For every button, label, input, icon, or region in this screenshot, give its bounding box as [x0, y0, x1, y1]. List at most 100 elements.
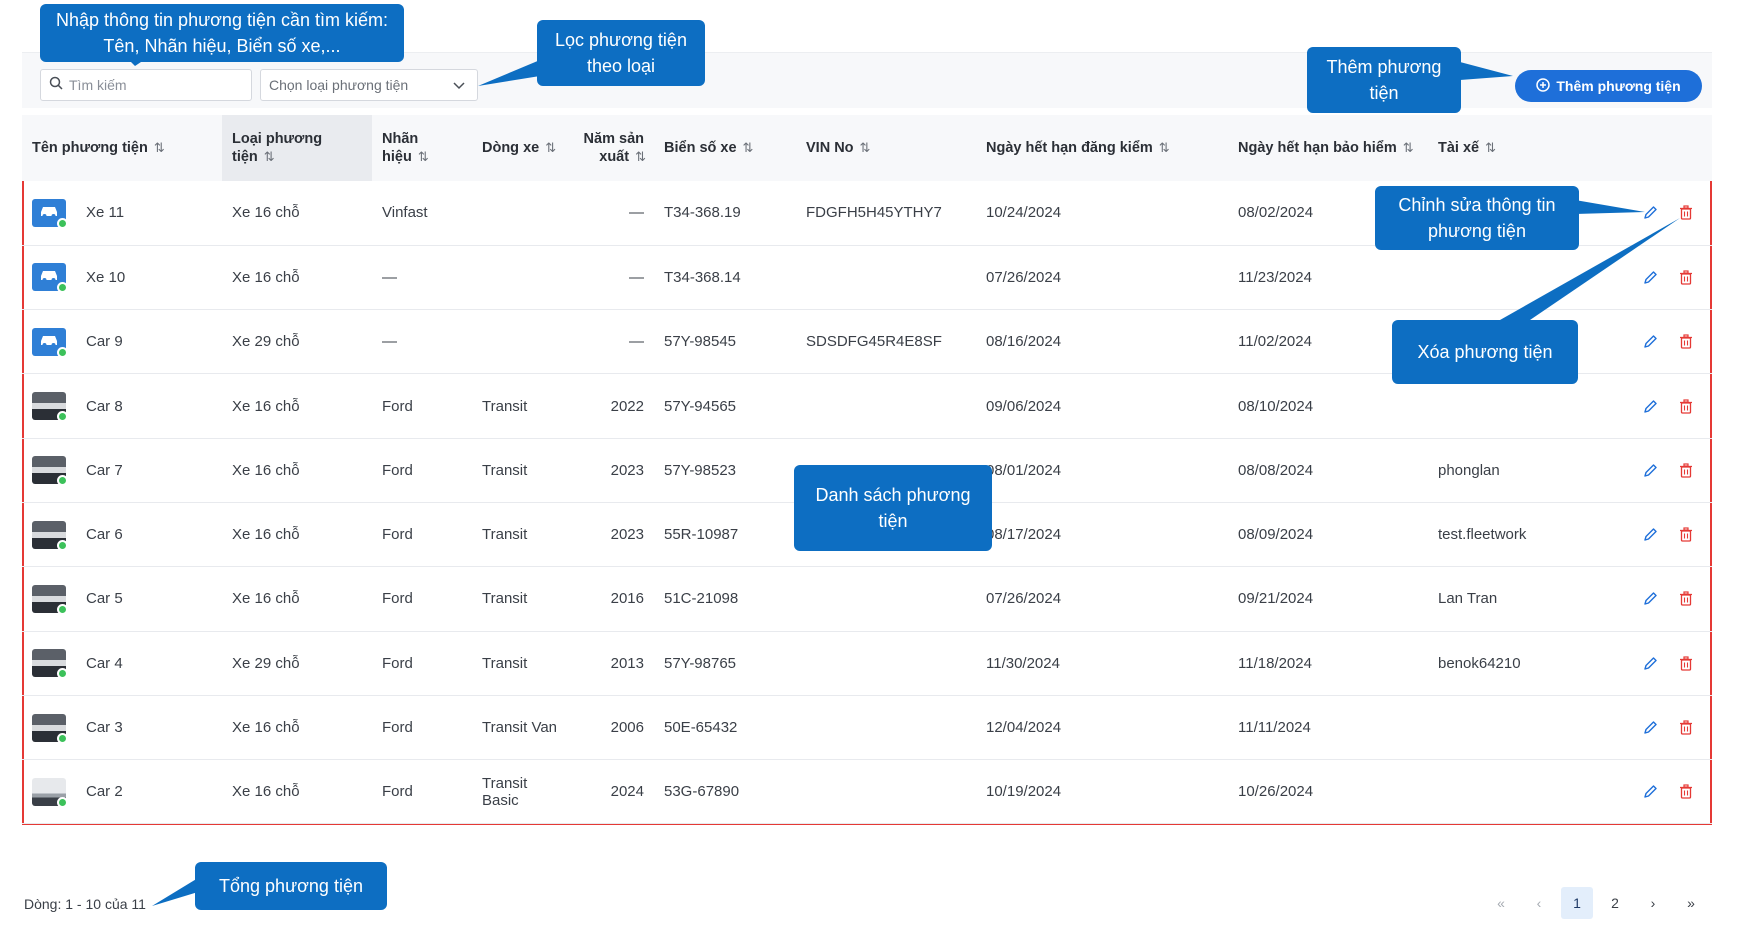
model-cell: Transit	[472, 631, 572, 696]
pagination: « ‹ 1 2 › »	[1485, 887, 1707, 919]
pencil-icon[interactable]	[1642, 398, 1658, 414]
column-header[interactable]: Nhãn hiệu ⇅	[372, 115, 472, 181]
vehicle-name-cell: Car 2	[22, 759, 222, 825]
vehicle-type-cell: Xe 16 chỗ	[222, 502, 372, 568]
insurance-date-cell: 08/08/2024	[1228, 438, 1428, 503]
vehicle-type-cell: Xe 16 chỗ	[222, 566, 372, 632]
vehicle-name[interactable]: Car 6	[86, 526, 123, 543]
next-page-button[interactable]: ›	[1637, 887, 1669, 919]
vehicle-name[interactable]: Car 3	[86, 719, 123, 736]
year-cell: 2013	[572, 631, 654, 696]
row-count: Dòng: 1 - 10 của 11	[24, 896, 146, 912]
pencil-icon[interactable]	[1642, 334, 1658, 350]
row-actions	[1578, 438, 1712, 503]
sort-icon[interactable]: ⇅	[1159, 140, 1170, 155]
pencil-icon[interactable]	[1642, 591, 1658, 607]
trash-icon[interactable]	[1678, 720, 1694, 736]
sort-icon[interactable]: ⇅	[635, 149, 646, 164]
table-row[interactable]: Car 4 Xe 29 chỗ Ford Transit 2013 57Y-98765 11…	[22, 631, 1712, 696]
vehicle-name[interactable]: Car 2	[86, 783, 123, 800]
trash-icon[interactable]	[1678, 462, 1694, 478]
sort-icon[interactable]: ⇅	[154, 140, 165, 155]
column-header[interactable]: Tên phương tiện ⇅	[22, 115, 222, 181]
year-cell: 2023	[572, 502, 654, 568]
add-vehicle-button[interactable]: Thêm phương tiện	[1515, 70, 1702, 102]
column-header[interactable]: Năm sản xuất ⇅	[572, 115, 654, 181]
sort-icon[interactable]: ⇅	[1403, 140, 1414, 155]
sort-icon[interactable]: ⇅	[1485, 140, 1496, 155]
column-header[interactable]: Ngày hết hạn bảo hiểm ⇅	[1228, 115, 1428, 181]
table-header: Tên phương tiện ⇅ Loại phương tiện ⇅ Nhãn hi…	[22, 115, 1712, 181]
vehicle-name[interactable]: Car 9	[86, 333, 123, 350]
pencil-icon[interactable]	[1642, 655, 1658, 671]
plate-cell: T34-368.19	[654, 181, 796, 246]
vin-cell	[796, 631, 976, 696]
search-input[interactable]	[69, 77, 239, 93]
year-cell: 2016	[572, 566, 654, 632]
vehicle-name[interactable]: Car 4	[86, 655, 123, 672]
vehicle-name[interactable]: Car 7	[86, 462, 123, 479]
brand-cell: Ford	[372, 759, 472, 825]
pencil-icon[interactable]	[1642, 269, 1658, 285]
model-cell: Transit Basic	[472, 759, 572, 825]
row-actions	[1578, 502, 1712, 568]
column-header[interactable]: Dòng xe ⇅	[472, 115, 572, 181]
pencil-icon[interactable]	[1642, 205, 1658, 221]
column-header[interactable]: Ngày hết hạn đăng kiểm ⇅	[976, 115, 1228, 181]
prev-page-button[interactable]: ‹	[1523, 887, 1555, 919]
table-row[interactable]: Xe 10 Xe 16 chỗ — — T34-368.14 07/26/2024 11/2…	[22, 245, 1712, 311]
vin-cell	[796, 373, 976, 439]
search-icon	[49, 76, 63, 95]
pencil-icon[interactable]	[1642, 720, 1658, 736]
trash-icon[interactable]	[1678, 784, 1694, 800]
trash-icon[interactable]	[1678, 591, 1694, 607]
pencil-icon[interactable]	[1642, 784, 1658, 800]
trash-icon[interactable]	[1678, 527, 1694, 543]
car-glyph-icon	[38, 204, 60, 222]
insurance-date-cell: 11/18/2024	[1228, 631, 1428, 696]
sort-icon[interactable]: ⇅	[743, 140, 754, 155]
pencil-icon[interactable]	[1642, 527, 1658, 543]
table-row[interactable]: Car 3 Xe 16 chỗ Ford Transit Van 2006 50E-654…	[22, 695, 1712, 761]
plate-cell: T34-368.14	[654, 245, 796, 311]
brand-cell: Ford	[372, 631, 472, 696]
table-row[interactable]: Car 5 Xe 16 chỗ Ford Transit 2016 51C-21098 07…	[22, 566, 1712, 632]
search-box[interactable]	[40, 69, 252, 101]
vehicle-name[interactable]: Xe 10	[86, 269, 125, 286]
table-row[interactable]: Car 2 Xe 16 chỗ Ford Transit Basic 2024 53G-6…	[22, 759, 1712, 825]
page-1-button[interactable]: 1	[1561, 887, 1593, 919]
column-header[interactable]: Tài xế ⇅	[1428, 115, 1578, 181]
vehicle-name[interactable]: Xe 11	[86, 204, 124, 221]
plate-cell: 50E-65432	[654, 695, 796, 761]
vin-cell	[796, 759, 976, 825]
insurance-date-cell: 11/11/2024	[1228, 695, 1428, 761]
vehicle-type-select[interactable]: Chọn loại phương tiện	[260, 69, 478, 101]
column-header[interactable]: Biển số xe ⇅	[654, 115, 796, 181]
column-header[interactable]: VIN No ⇅	[796, 115, 976, 181]
first-page-button[interactable]: «	[1485, 887, 1517, 919]
vehicle-name-cell: Car 8	[22, 373, 222, 439]
trash-icon[interactable]	[1678, 269, 1694, 285]
vehicle-name[interactable]: Car 5	[86, 590, 123, 607]
trash-icon[interactable]	[1678, 205, 1694, 221]
insurance-date-cell: 09/21/2024	[1228, 566, 1428, 632]
sort-icon[interactable]: ⇅	[545, 140, 556, 155]
last-page-button[interactable]: »	[1675, 887, 1707, 919]
trash-icon[interactable]	[1678, 334, 1694, 350]
vehicle-type-cell: Xe 29 chỗ	[222, 631, 372, 696]
inspection-date-cell: 08/17/2024	[976, 502, 1228, 568]
column-header[interactable]: Loại phương tiện ⇅	[222, 115, 372, 181]
page-2-button[interactable]: 2	[1599, 887, 1631, 919]
sort-icon[interactable]: ⇅	[264, 149, 275, 164]
trash-icon[interactable]	[1678, 655, 1694, 671]
online-dot-icon	[57, 282, 68, 294]
trash-icon[interactable]	[1678, 398, 1694, 414]
column-header-label: Loại phương tiện	[232, 130, 323, 165]
column-header-label: Ngày hết hạn bảo hiểm	[1238, 140, 1397, 156]
sort-icon[interactable]: ⇅	[860, 140, 871, 155]
vehicle-name-cell: Car 4	[22, 631, 222, 696]
vehicle-name[interactable]: Car 8	[86, 398, 123, 415]
pencil-icon[interactable]	[1642, 462, 1658, 478]
sort-icon[interactable]: ⇅	[418, 149, 429, 164]
vehicle-list-page: Chọn loại phương tiện Thêm phương tiện T…	[0, 0, 1741, 941]
